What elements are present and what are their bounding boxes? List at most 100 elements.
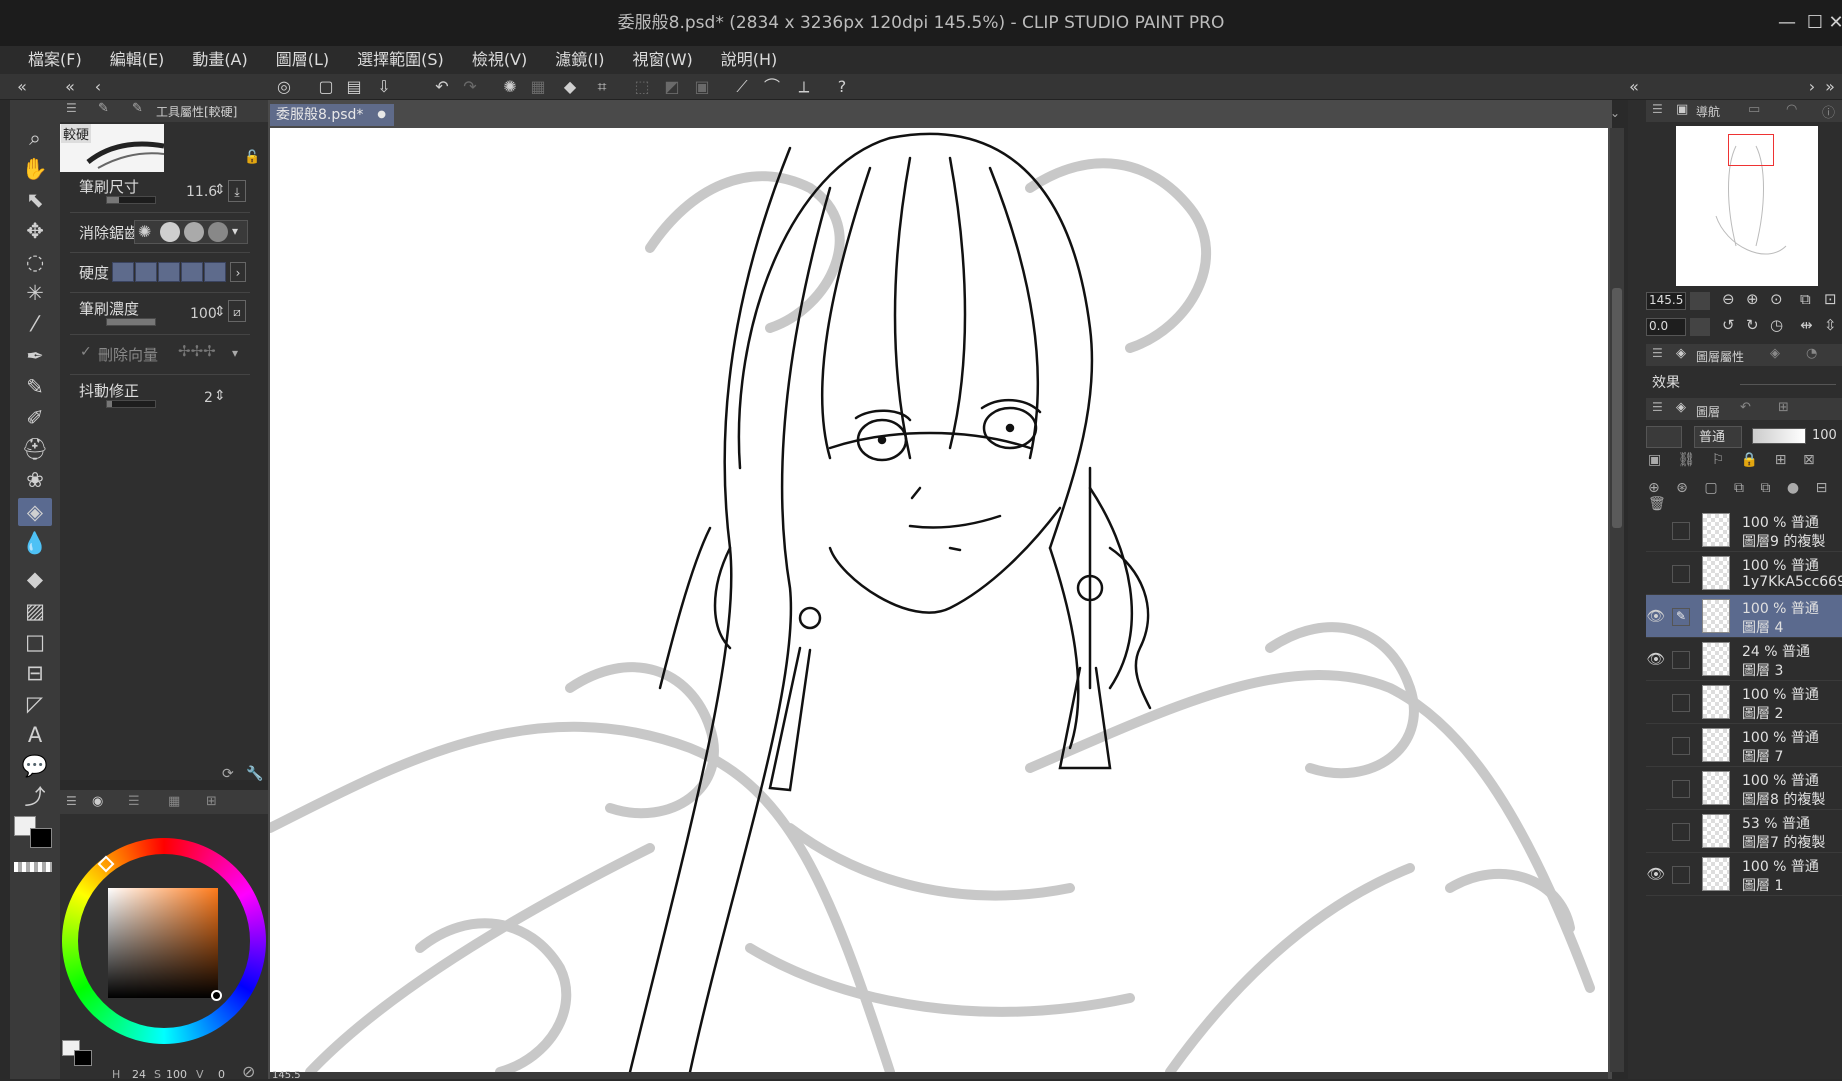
brush-icon[interactable]: ✐ [18, 404, 52, 432]
hardness-level-1[interactable] [112, 262, 134, 282]
text-icon[interactable]: A [18, 721, 52, 749]
sub-tool-tab-icon[interactable]: ✎ [98, 101, 109, 116]
layer-name[interactable]: 圖層8 的複製 [1742, 789, 1842, 809]
magic-wand-icon[interactable]: ✳ [18, 279, 52, 307]
density-stepper[interactable]: ⇕ [214, 304, 226, 320]
chevron-left-icon[interactable]: ‹ [86, 76, 110, 98]
chevron-down-icon[interactable]: ▾ [232, 224, 238, 238]
layer-thumbnail[interactable] [1702, 728, 1730, 762]
vector-mode-icon[interactable]: ✢✢✢ [178, 342, 216, 360]
layer-name[interactable]: 圖層 4 [1742, 617, 1842, 637]
opacity-slider[interactable] [1752, 428, 1806, 444]
snap-grid-icon[interactable]: ⟂ [792, 76, 816, 98]
info-tab-icon[interactable]: ⓘ [1822, 102, 1835, 121]
zoom-out-icon[interactable]: ⊖ [1722, 290, 1735, 308]
actual-size-icon[interactable]: ⊙ [1770, 290, 1783, 308]
collapse-panel-icon[interactable]: « [58, 76, 82, 98]
layer-visibility-eye-icon[interactable]: 👁 [1646, 607, 1666, 627]
deselect-icon[interactable]: ⬚ [630, 76, 654, 98]
layer-options-row-1[interactable]: ▣ ⛓ ⚐ 🔒 ⊞ ⊠ [1648, 452, 1821, 468]
layer-visibility-eye-icon[interactable]: 👁 [1646, 650, 1666, 670]
layer-name[interactable]: 圖層 3 [1742, 660, 1842, 680]
chevron-right-icon[interactable]: › [230, 262, 246, 282]
auto-action-tab-icon[interactable]: ⊞ [1778, 400, 1789, 415]
layer-name[interactable]: 圖層 1 [1742, 875, 1842, 895]
fill-icon[interactable]: ◆ [18, 565, 52, 593]
layer-thumbnail[interactable] [1702, 599, 1730, 633]
layer-visibility-eye-icon[interactable] [1646, 564, 1666, 584]
zoom-footer-value[interactable]: 145.5 [272, 1070, 301, 1081]
layer-property-tab[interactable]: 圖層屬性 [1696, 348, 1744, 365]
tab-list-icon[interactable]: ⌄ [1610, 106, 1620, 120]
gradient-icon[interactable]: ▨ [18, 597, 52, 625]
clip-studio-icon[interactable]: ◎ [272, 76, 296, 98]
eraser-icon[interactable]: ◈ [18, 498, 52, 526]
stabilizer-value[interactable]: 2 [204, 390, 213, 406]
checkmark-icon[interactable]: ✓ [80, 344, 92, 360]
layer-lock-cell[interactable] [1672, 694, 1690, 712]
layer-lock-cell[interactable] [1672, 565, 1690, 583]
invert-selection-icon[interactable]: ◩ [660, 76, 684, 98]
tab-menu-icon[interactable]: ☰ [1652, 102, 1663, 116]
save-icon[interactable]: ⇩ [372, 76, 396, 98]
layer-lock-cell[interactable] [1672, 866, 1690, 884]
frame-icon[interactable]: ⊟ [18, 659, 52, 687]
intermediate-color-tab-icon[interactable]: ⊞ [206, 794, 217, 809]
stabilizer-slider[interactable] [106, 400, 156, 408]
scrollbar-thumb[interactable] [1612, 288, 1622, 528]
stabilizer-stepper[interactable]: ⇕ [214, 388, 226, 404]
layer-visibility-eye-icon[interactable]: 👁 [1646, 865, 1666, 885]
collapse-left-icon[interactable]: « [10, 76, 34, 98]
layers-tab-icon[interactable]: ◈ [1676, 400, 1686, 415]
antialias-strong-icon[interactable] [208, 222, 228, 242]
menu-animation[interactable]: 動畫(A) [192, 46, 247, 74]
menu-filter[interactable]: 濾鏡(I) [555, 46, 604, 74]
hand-icon[interactable]: ✋ [18, 155, 52, 183]
fit-navigator-icon[interactable]: ⊡ [1824, 290, 1837, 308]
correct-line-icon[interactable]: ⤴ [18, 783, 52, 811]
layer-color-mode-select[interactable] [1646, 426, 1682, 448]
layer-actions-row[interactable]: ⊕ ⊛ ▢ ⧉ ⧉ ● ⊟ 🗑 [1648, 480, 1842, 512]
tab-menu-icon[interactable]: ☰ [66, 794, 77, 808]
layer-visibility-eye-icon[interactable] [1646, 736, 1666, 756]
layer-visibility-eye-icon[interactable] [1646, 521, 1666, 541]
layers-tab[interactable]: 圖層 [1696, 403, 1720, 420]
layer-thumbnail[interactable] [1702, 556, 1730, 590]
quick-access-tab-icon[interactable]: ◠ [1786, 102, 1797, 117]
color-set-tab-icon[interactable]: ▦ [168, 794, 180, 809]
hardness-level-3[interactable] [158, 262, 180, 282]
rotate-right-icon[interactable]: ↻ [1746, 316, 1759, 334]
eyedropper-icon[interactable]: ⁄ [18, 310, 52, 338]
hardness-level-5[interactable] [204, 262, 226, 282]
density-pressure-icon[interactable]: ⧄ [228, 300, 246, 322]
menu-window[interactable]: 視窗(W) [632, 46, 692, 74]
close-tab-icon[interactable]: ● [377, 104, 386, 126]
zoom-icon[interactable]: ⌕ [18, 124, 52, 152]
object-select-icon[interactable]: ⬉ [18, 186, 52, 214]
hsv-h-value[interactable]: 24 [132, 1068, 146, 1081]
reset-icon[interactable]: ⟳ [222, 766, 234, 782]
rotate-left-icon[interactable]: ↺ [1722, 316, 1735, 334]
nav-zoom-slider[interactable] [1690, 292, 1710, 310]
brush-size-value[interactable]: 11.6 [186, 184, 217, 200]
vertical-scrollbar[interactable] [1610, 128, 1624, 1072]
hardness-level-2[interactable] [135, 262, 157, 282]
transform-icon[interactable]: ⌗ [590, 76, 614, 98]
flip-vertical-icon[interactable]: ⇳ [1824, 316, 1837, 334]
new-file-icon[interactable]: ▢ [314, 76, 338, 98]
navigator-view-frame[interactable] [1728, 134, 1774, 166]
layer-thumbnail[interactable] [1702, 685, 1730, 719]
zoom-in-icon[interactable]: ⊕ [1746, 290, 1759, 308]
tab-menu-icon[interactable]: ☰ [66, 101, 77, 115]
nav-zoom-value[interactable]: 145.5 [1646, 292, 1686, 310]
hsv-v-value[interactable]: 0 [218, 1068, 225, 1081]
history-tab-icon[interactable]: ↶ [1740, 400, 1751, 415]
document-tab[interactable]: 委服般8.psd* ● [270, 104, 394, 126]
layer-lock-cell[interactable] [1672, 780, 1690, 798]
hsv-s-value[interactable]: 100 [166, 1068, 187, 1081]
hardness-level-4[interactable] [181, 262, 203, 282]
rectangle-icon[interactable]: □ [18, 628, 52, 656]
tab-menu-icon[interactable]: ☰ [1652, 400, 1663, 414]
layer-tab-alt-icon[interactable]: ◔ [1806, 346, 1817, 361]
blend-mode-select[interactable]: 普通 [1694, 426, 1742, 448]
